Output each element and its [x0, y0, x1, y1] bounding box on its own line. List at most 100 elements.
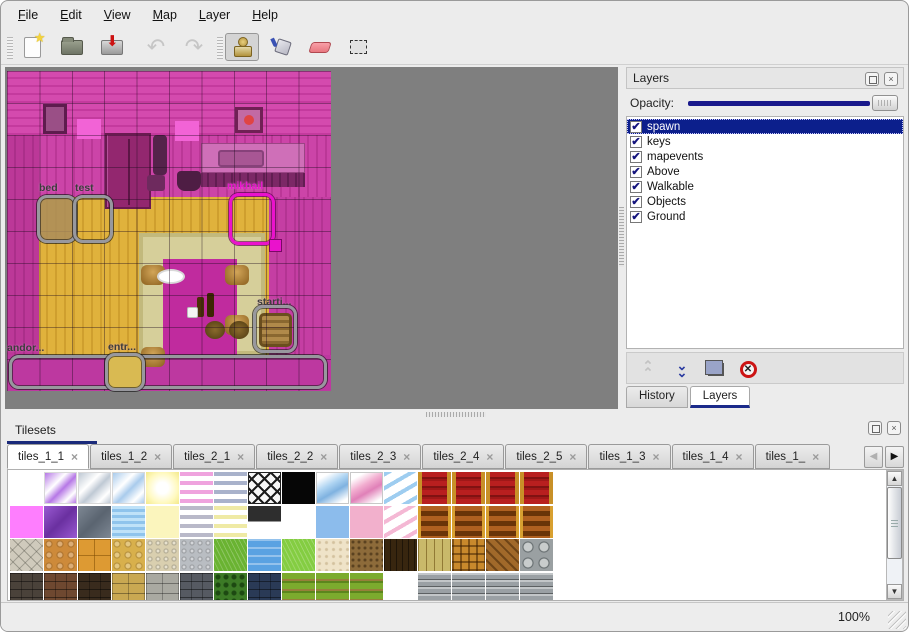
tileset-tab-tiles_2_1[interactable]: tiles_2_1× — [173, 444, 255, 469]
tab-close-icon[interactable]: × — [71, 450, 78, 464]
map-object-mikhail[interactable] — [229, 193, 275, 245]
tab-close-icon[interactable]: × — [569, 450, 576, 464]
tile-0-7[interactable] — [248, 472, 281, 504]
layer-row-keys[interactable]: ✔keys — [627, 134, 903, 149]
toolbar-grip[interactable] — [7, 37, 13, 59]
tile-1-13[interactable] — [452, 506, 485, 538]
close-panel-icon[interactable]: × — [884, 72, 898, 86]
tile-2-7[interactable] — [248, 539, 281, 571]
tile-1-7[interactable] — [248, 506, 281, 538]
layer-list[interactable]: ✔spawn✔keys✔mapevents✔Above✔Walkable✔Obj… — [626, 116, 904, 349]
tab-close-icon[interactable]: × — [652, 450, 659, 464]
opacity-slider-track[interactable] — [688, 101, 870, 106]
lower-layer-button[interactable]: ⌄⌄ — [669, 357, 695, 381]
tile-2-5[interactable] — [180, 539, 213, 571]
tileset-tab-tiles_2_2[interactable]: tiles_2_2× — [256, 444, 338, 469]
tile-2-8[interactable] — [282, 539, 315, 571]
tile-0-2[interactable] — [78, 472, 111, 504]
tile-3-11[interactable] — [384, 573, 417, 602]
menu-file[interactable]: File — [7, 4, 49, 26]
layer-checkbox[interactable]: ✔ — [630, 151, 642, 163]
tile-2-2[interactable] — [78, 539, 111, 571]
tile-1-8[interactable] — [282, 506, 315, 538]
layer-checkbox[interactable]: ✔ — [630, 196, 642, 208]
layer-row-Walkable[interactable]: ✔Walkable — [627, 179, 903, 194]
tile-2-11[interactable] — [384, 539, 417, 571]
tile-0-3[interactable] — [112, 472, 145, 504]
tile-1-4[interactable] — [146, 506, 179, 538]
close-tilesets-icon[interactable]: × — [887, 421, 901, 435]
tile-0-6[interactable] — [214, 472, 247, 504]
tileset-tab-tiles_1_4[interactable]: tiles_1_4× — [672, 444, 754, 469]
horizontal-splitter[interactable] — [1, 409, 908, 419]
tab-close-icon[interactable]: × — [320, 450, 327, 464]
menu-help[interactable]: Help — [241, 4, 289, 26]
tab-history[interactable]: History — [626, 386, 688, 408]
tile-1-10[interactable] — [350, 506, 383, 538]
tile-3-0[interactable] — [10, 573, 43, 602]
tile-3-6[interactable] — [214, 573, 247, 602]
map-object-andor[interactable] — [9, 355, 327, 389]
tile-3-7[interactable] — [248, 573, 281, 602]
tile-3-8[interactable] — [282, 573, 315, 602]
tile-3-2[interactable] — [78, 573, 111, 602]
tile-palette[interactable] — [7, 469, 904, 601]
object-resize-handle[interactable] — [269, 239, 282, 252]
map-view[interactable]: bedtestmikhailandor...entr...starti... — [5, 67, 618, 409]
resize-grip[interactable] — [888, 611, 906, 629]
tab-close-icon[interactable]: × — [812, 450, 819, 464]
tile-0-14[interactable] — [486, 472, 519, 504]
tile-1-15[interactable] — [520, 506, 553, 538]
toolbar-grip-2[interactable] — [217, 37, 223, 59]
tile-1-14[interactable] — [486, 506, 519, 538]
redo-button[interactable]: ↷ — [177, 33, 211, 61]
menu-edit[interactable]: Edit — [49, 4, 93, 26]
new-map-button[interactable] — [15, 33, 49, 61]
save-map-button[interactable] — [95, 33, 129, 61]
tab-close-icon[interactable]: × — [403, 450, 410, 464]
map-object-starti[interactable] — [253, 305, 297, 353]
tile-2-6[interactable] — [214, 539, 247, 571]
tile-0-11[interactable] — [384, 472, 417, 504]
tile-2-3[interactable] — [112, 539, 145, 571]
tile-2-14[interactable] — [486, 539, 519, 571]
tile-1-11[interactable] — [384, 506, 417, 538]
map-object-entr[interactable] — [105, 353, 145, 391]
tile-1-12[interactable] — [418, 506, 451, 538]
raise-layer-button[interactable]: ⌃⌃ — [635, 357, 661, 381]
tile-0-9[interactable] — [316, 472, 349, 504]
tile-1-6[interactable] — [214, 506, 247, 538]
tile-1-9[interactable] — [316, 506, 349, 538]
tileset-tab-tiles_2_4[interactable]: tiles_2_4× — [422, 444, 504, 469]
menu-view[interactable]: View — [93, 4, 142, 26]
palette-scrollbar[interactable]: ▲ ▼ — [886, 470, 903, 600]
tile-3-3[interactable] — [112, 573, 145, 602]
tab-close-icon[interactable]: × — [154, 450, 161, 464]
tile-1-3[interactable] — [112, 506, 145, 538]
tile-0-13[interactable] — [452, 472, 485, 504]
float-panel-icon[interactable] — [865, 72, 879, 86]
tile-3-15[interactable] — [520, 573, 553, 602]
tile-0-12[interactable] — [418, 472, 451, 504]
tile-3-1[interactable] — [44, 573, 77, 602]
tile-3-10[interactable] — [350, 573, 383, 602]
eraser-tool-button[interactable] — [303, 33, 337, 61]
tile-0-15[interactable] — [520, 472, 553, 504]
tileset-tab-tiles_1_3[interactable]: tiles_1_3× — [588, 444, 670, 469]
float-tilesets-icon[interactable] — [868, 421, 882, 435]
tile-2-0[interactable] — [10, 539, 43, 571]
tab-scroll-right-icon[interactable]: ▶ — [885, 446, 904, 468]
tile-3-13[interactable] — [452, 573, 485, 602]
tile-0-5[interactable] — [180, 472, 213, 504]
menu-map[interactable]: Map — [142, 4, 188, 26]
tile-0-8[interactable] — [282, 472, 315, 504]
tileset-tab-tiles_1_1[interactable]: tiles_1_1× — [7, 444, 89, 469]
tile-0-4[interactable] — [146, 472, 179, 504]
tile-2-1[interactable] — [44, 539, 77, 571]
tile-2-12[interactable] — [418, 539, 451, 571]
tile-0-1[interactable] — [44, 472, 77, 504]
layer-row-Objects[interactable]: ✔Objects — [627, 194, 903, 209]
tile-1-0[interactable] — [10, 506, 43, 538]
tile-2-9[interactable] — [316, 539, 349, 571]
tile-3-5[interactable] — [180, 573, 213, 602]
